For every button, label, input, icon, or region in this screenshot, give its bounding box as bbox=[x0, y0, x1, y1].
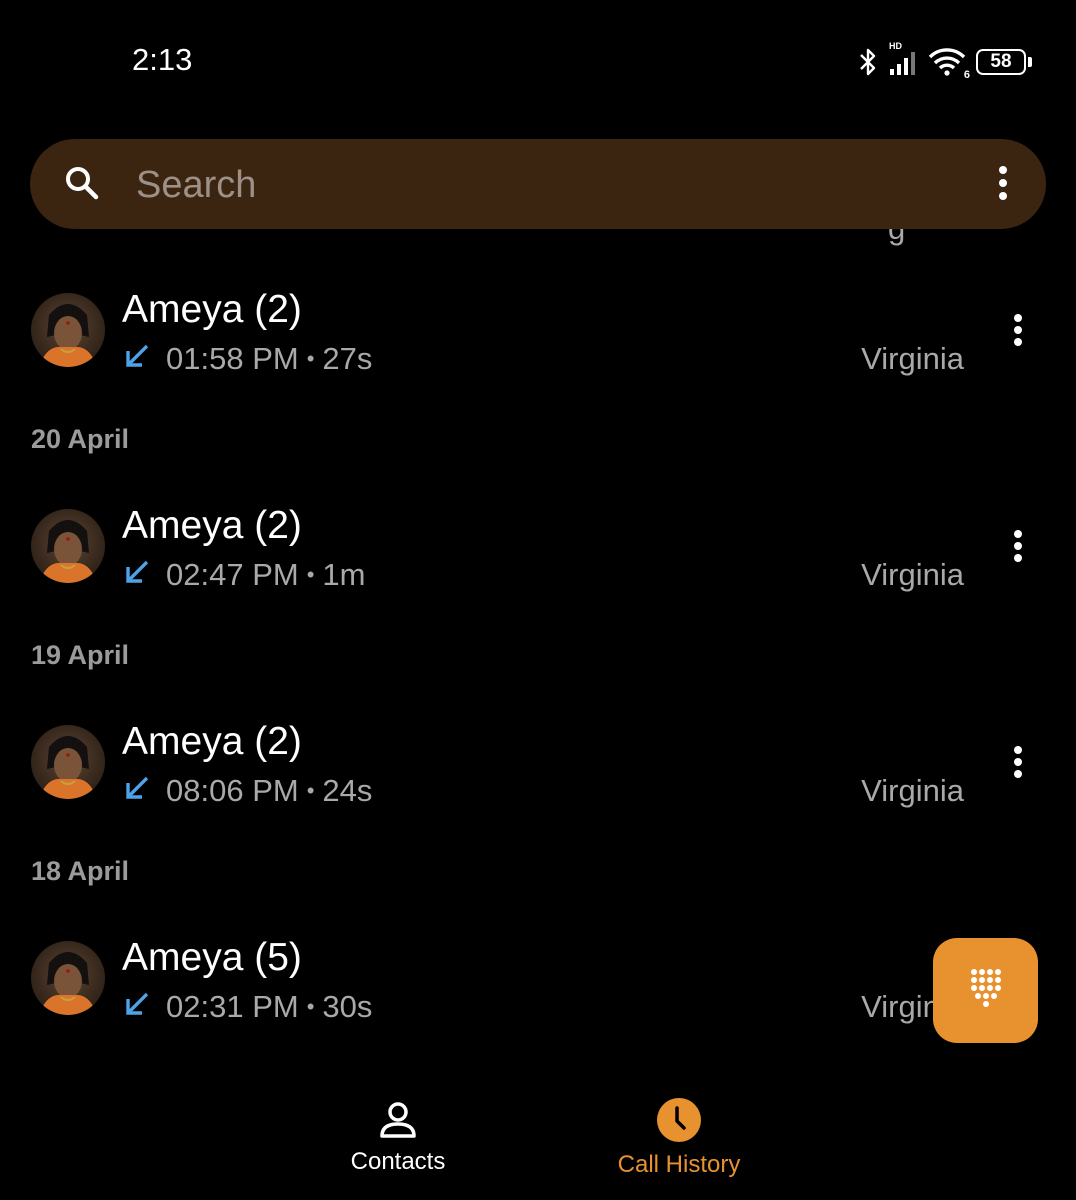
battery-icon: 58 bbox=[976, 49, 1032, 75]
call-row[interactable]: Ameya (5) 02:31 PM • 30s Virginia bbox=[0, 936, 1076, 1051]
call-duration: 30s bbox=[322, 989, 373, 1024]
status-icons: HD 6 58 bbox=[858, 41, 1032, 81]
call-row[interactable]: Ameya (2) 02:47 PM • 1m Virginia bbox=[0, 504, 1076, 619]
wifi-version-tag: 6 bbox=[963, 69, 970, 81]
call-separator: • bbox=[306, 346, 315, 371]
call-row[interactable]: Ameya (2) 01:58 PM • 27s Virginia bbox=[0, 288, 1076, 403]
call-duration: 1m bbox=[322, 557, 366, 592]
nav-call-history[interactable]: Call History bbox=[549, 1097, 809, 1179]
signal-icon: HD bbox=[888, 41, 918, 77]
nav-contacts[interactable]: Contacts bbox=[268, 1100, 528, 1176]
call-time: 01:58 PM bbox=[166, 341, 299, 376]
avatar bbox=[31, 293, 105, 367]
avatar bbox=[31, 725, 105, 799]
incoming-call-icon bbox=[124, 557, 150, 593]
call-separator: • bbox=[306, 562, 315, 587]
call-meta: 01:58 PM • 27s bbox=[122, 341, 372, 377]
call-meta: 08:06 PM • 24s bbox=[122, 773, 372, 809]
more-vert-icon[interactable] bbox=[998, 165, 1008, 206]
bluetooth-icon bbox=[858, 47, 878, 77]
call-meta: 02:31 PM • 30s bbox=[122, 989, 372, 1025]
wifi-icon: 6 bbox=[928, 47, 970, 81]
call-location: Virginia bbox=[861, 341, 964, 376]
search-icon bbox=[63, 164, 103, 209]
dialpad-icon bbox=[969, 968, 1003, 1013]
incoming-call-icon bbox=[124, 341, 150, 377]
incoming-call-icon bbox=[124, 989, 150, 1025]
incoming-call-icon bbox=[124, 773, 150, 809]
call-time: 02:47 PM bbox=[166, 557, 299, 592]
call-time: 02:31 PM bbox=[166, 989, 299, 1024]
call-time: 08:06 PM bbox=[166, 773, 299, 808]
search-input[interactable] bbox=[134, 159, 898, 211]
call-meta: 02:47 PM • 1m bbox=[122, 557, 365, 593]
call-separator: • bbox=[306, 778, 315, 803]
dialpad-button[interactable] bbox=[933, 938, 1038, 1043]
more-vert-icon[interactable] bbox=[1013, 745, 1023, 784]
date-header: 20 April bbox=[31, 424, 130, 454]
contact-name: Ameya (2) bbox=[122, 504, 302, 547]
battery-level: 58 bbox=[990, 51, 1012, 72]
clock-icon bbox=[549, 1097, 809, 1143]
search-bar[interactable] bbox=[30, 139, 1046, 229]
status-bar: 2:13 HD 6 58 bbox=[0, 0, 1076, 120]
avatar bbox=[31, 941, 105, 1015]
date-header: 19 April bbox=[31, 640, 130, 670]
signal-hd-tag: HD bbox=[889, 41, 902, 51]
bottom-navigation: Contacts Call History bbox=[0, 1060, 1076, 1200]
call-location: Virginia bbox=[861, 773, 964, 808]
status-time: 2:13 bbox=[132, 42, 193, 77]
call-duration: 24s bbox=[322, 773, 373, 808]
date-header: 18 April bbox=[31, 856, 130, 886]
more-vert-icon[interactable] bbox=[1013, 313, 1023, 352]
call-history-list[interactable]: g Ameya (2) 01:58 PM • 27s Virginia 20 bbox=[0, 229, 1076, 1059]
avatar bbox=[31, 509, 105, 583]
call-separator: • bbox=[306, 994, 315, 1019]
call-row[interactable]: Ameya (2) 08:06 PM • 24s Virginia bbox=[0, 720, 1076, 835]
contact-name: Ameya (5) bbox=[122, 936, 302, 979]
contact-name: Ameya (2) bbox=[122, 288, 302, 331]
nav-label: Call History bbox=[617, 1151, 741, 1178]
call-duration: 27s bbox=[322, 341, 373, 376]
nav-label: Contacts bbox=[350, 1148, 446, 1175]
person-icon bbox=[268, 1100, 528, 1140]
call-location: Virginia bbox=[861, 557, 964, 592]
clipped-location-fragment: g bbox=[888, 229, 905, 247]
contact-name: Ameya (2) bbox=[122, 720, 302, 763]
more-vert-icon[interactable] bbox=[1013, 529, 1023, 568]
